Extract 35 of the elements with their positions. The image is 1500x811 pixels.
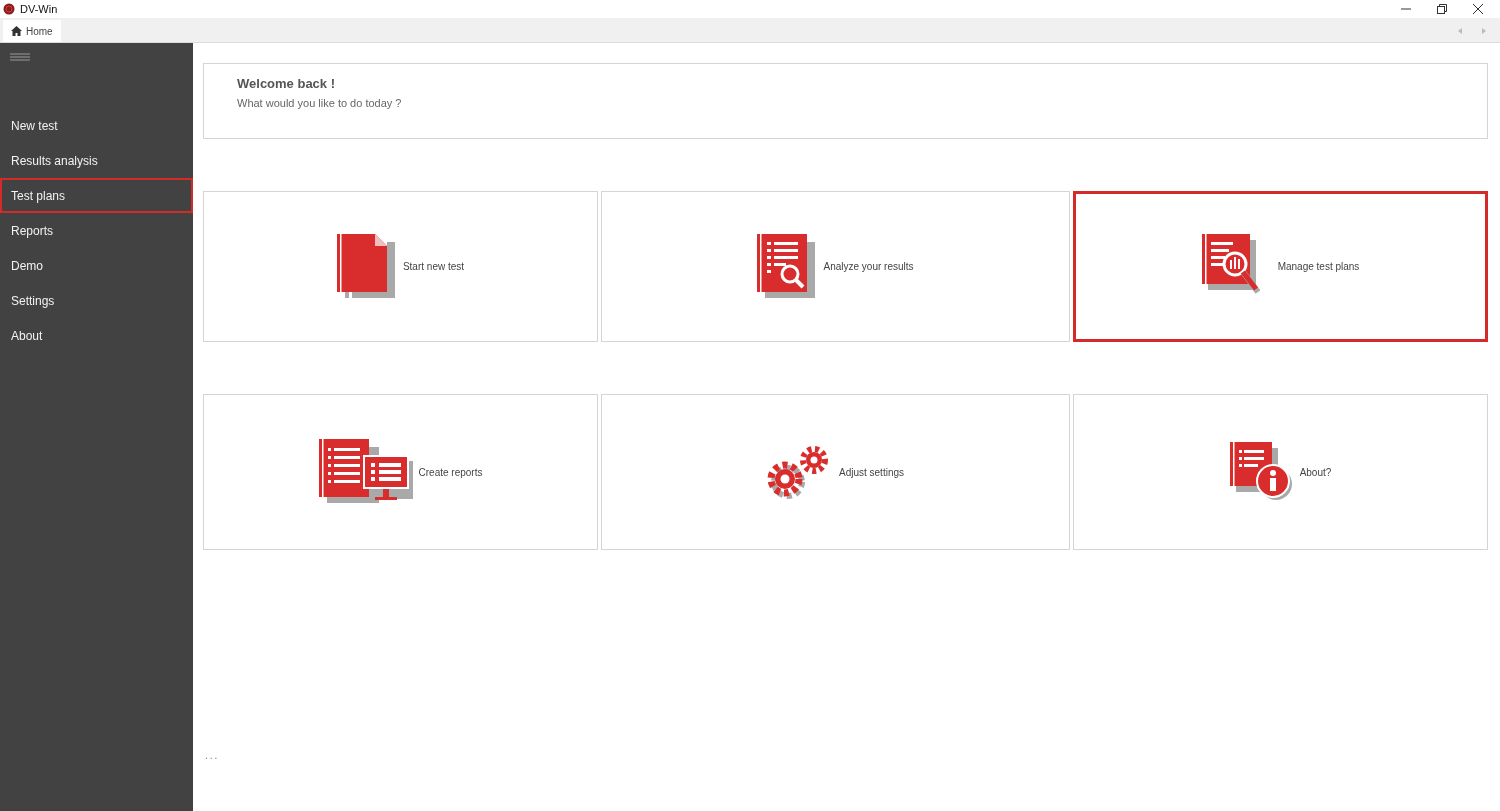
home-tab[interactable]: Home — [3, 20, 61, 42]
sidebar-item[interactable]: About — [0, 318, 193, 353]
close-icon[interactable] — [1473, 4, 1483, 14]
welcome-title: Welcome back ! — [237, 76, 337, 91]
action-card[interactable]: Adjust settings — [601, 394, 1070, 550]
more-indicator: ... — [205, 750, 220, 761]
document-icon — [336, 233, 397, 300]
action-card[interactable]: Manage test plans — [1073, 191, 1488, 342]
card-label: Manage test plans — [1277, 261, 1360, 272]
window-title: DV-Win — [20, 3, 59, 15]
sidebar-item[interactable]: New test — [0, 108, 193, 143]
card-label: Analyze your results — [823, 261, 914, 272]
document-monitor-icon — [318, 439, 413, 505]
sidebar-item[interactable]: Results analysis — [0, 143, 193, 178]
home-icon — [11, 26, 22, 36]
action-card[interactable]: Start new test — [203, 191, 598, 342]
action-card[interactable]: Analyze your results — [601, 191, 1070, 342]
restore-icon[interactable] — [1437, 4, 1447, 14]
card-label: Adjust settings — [838, 466, 904, 478]
welcome-subtitle: What would you like to do today ? — [237, 97, 403, 109]
sidebar-item[interactable]: Reports — [0, 213, 193, 248]
document-info-icon — [1229, 442, 1294, 502]
action-card[interactable]: About? — [1073, 394, 1488, 550]
card-label: Create reports — [418, 466, 483, 478]
sidebar-item[interactable]: Test plans — [0, 178, 193, 213]
app-logo-icon — [3, 3, 15, 15]
scroll-left-icon[interactable] — [1458, 28, 1462, 34]
card-label: Start new test — [402, 261, 465, 272]
action-card[interactable]: Create reports — [203, 394, 598, 550]
document-search-icon — [757, 233, 818, 300]
sidebar-item[interactable]: Demo — [0, 248, 193, 283]
scroll-right-icon[interactable] — [1482, 28, 1486, 34]
menu-icon[interactable] — [10, 53, 30, 61]
sidebar-item[interactable]: Settings — [0, 283, 193, 318]
card-label: About? — [1299, 466, 1332, 478]
